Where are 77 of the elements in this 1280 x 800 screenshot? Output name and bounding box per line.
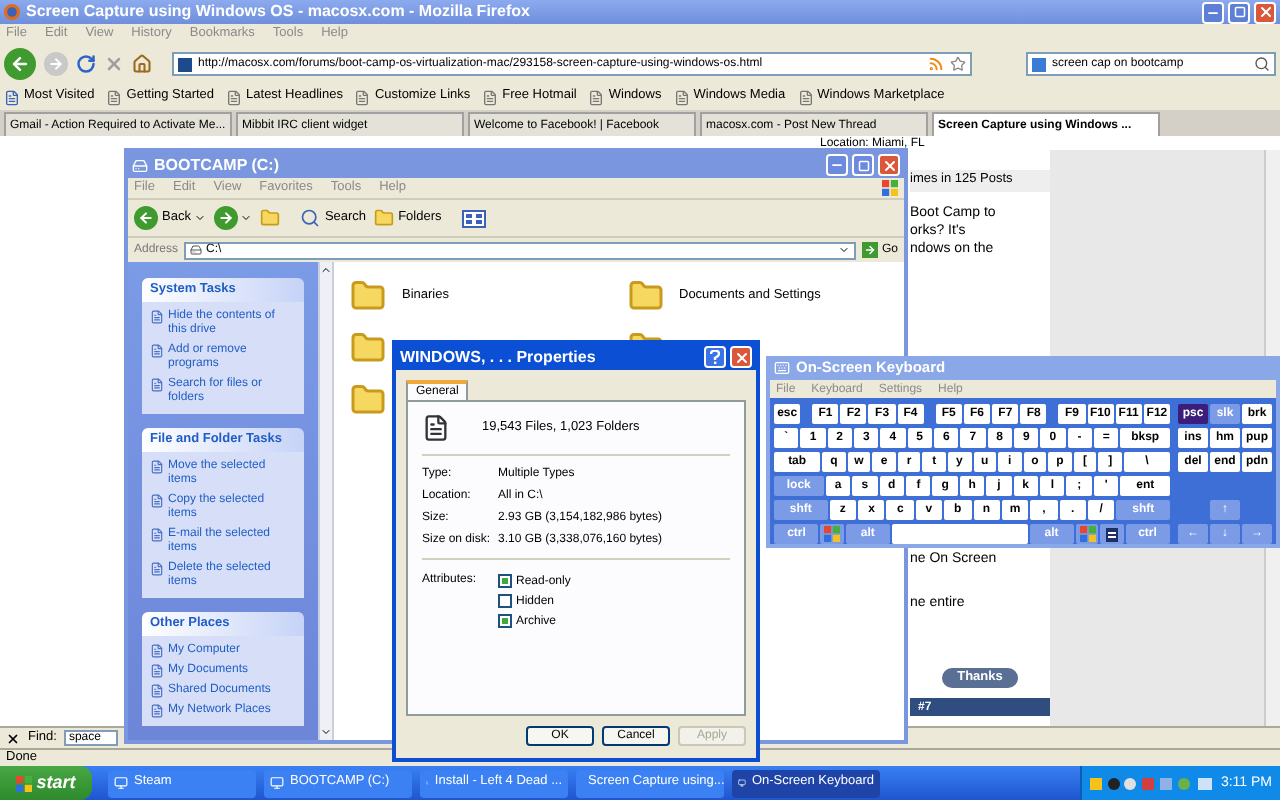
maximize-icon	[1233, 6, 1245, 18]
page-icon	[354, 89, 371, 105]
dropdown-icon	[837, 244, 850, 256]
search-icon	[1254, 56, 1270, 72]
stop-icon	[104, 54, 124, 74]
task-icon	[150, 664, 164, 678]
task-icon	[150, 344, 164, 358]
key-cap[interactable]	[1100, 524, 1124, 544]
checkbox[interactable]	[498, 574, 512, 588]
task-icon	[150, 562, 164, 576]
folder-up-icon	[260, 208, 281, 228]
task-icon	[150, 494, 164, 508]
dialog-title: WINDOWS, . . . Properties	[400, 349, 596, 365]
start-button[interactable]: start	[0, 766, 92, 800]
minimize-button[interactable]	[1202, 1, 1224, 23]
feed-icon	[928, 56, 944, 72]
close-icon	[881, 157, 897, 173]
flag-icon	[1079, 526, 1096, 542]
bookmark-icon	[4, 89, 20, 105]
task-icon	[150, 378, 164, 392]
tray-icons-drawing	[1090, 775, 1215, 791]
page-icon	[673, 89, 690, 105]
back-button[interactable]	[4, 48, 36, 80]
close-icon	[733, 349, 749, 365]
views-icon	[461, 209, 486, 227]
forward-button[interactable]	[214, 206, 253, 230]
task-icon	[150, 684, 164, 698]
close-button[interactable]	[1254, 1, 1276, 23]
reload-button[interactable]	[76, 54, 96, 74]
close-button[interactable]	[730, 346, 752, 368]
arrow-right-icon	[48, 56, 64, 72]
flag-icon	[16, 775, 33, 791]
flag-icon	[882, 180, 898, 196]
maximize-icon	[857, 159, 869, 171]
document-icon	[422, 414, 450, 442]
up-button[interactable]	[260, 208, 281, 228]
caret-icon	[194, 212, 207, 224]
checkbox[interactable]	[498, 594, 512, 608]
minimize-icon	[830, 158, 844, 172]
drive-icon	[190, 244, 203, 256]
page-icon	[588, 89, 605, 105]
maximize-button[interactable]	[1228, 1, 1250, 23]
maximize-button[interactable]	[852, 154, 874, 176]
help-icon	[710, 350, 720, 364]
views-button[interactable]	[461, 209, 486, 227]
window-title: BOOTCAMP (C:)	[154, 157, 280, 173]
star-icon	[950, 56, 966, 72]
home-icon	[132, 54, 152, 74]
task-icon	[150, 644, 164, 658]
page-icon	[482, 89, 499, 105]
arrow-left-icon	[10, 54, 30, 74]
page-icon	[797, 89, 814, 105]
menu-icon	[1105, 527, 1118, 541]
reload-icon	[76, 54, 96, 74]
drive-icon	[132, 157, 148, 173]
task-icon	[150, 310, 164, 324]
close-button[interactable]	[878, 154, 900, 176]
close-icon	[6, 731, 20, 745]
keyboard-icon	[774, 360, 790, 376]
scroll-up-icon	[320, 264, 332, 276]
page-icon	[226, 89, 243, 105]
page-icon	[106, 89, 123, 105]
stop-button[interactable]	[104, 54, 124, 74]
caret-icon	[240, 212, 253, 224]
window-title: Screen Capture using Windows OS - macosx.com - Mozilla Firefox	[26, 4, 530, 20]
help-button[interactable]	[704, 346, 726, 368]
globe-icon	[4, 4, 20, 20]
scroll-down-icon	[320, 726, 332, 738]
task-icon	[150, 528, 164, 542]
home-button[interactable]	[132, 54, 152, 74]
close-icon	[1257, 4, 1273, 20]
task-icon	[150, 704, 164, 718]
flag-icon	[824, 526, 841, 542]
task-icon	[150, 460, 164, 474]
checkbox[interactable]	[498, 614, 512, 628]
search-icon	[300, 208, 321, 228]
minimize-button[interactable]	[826, 154, 848, 176]
